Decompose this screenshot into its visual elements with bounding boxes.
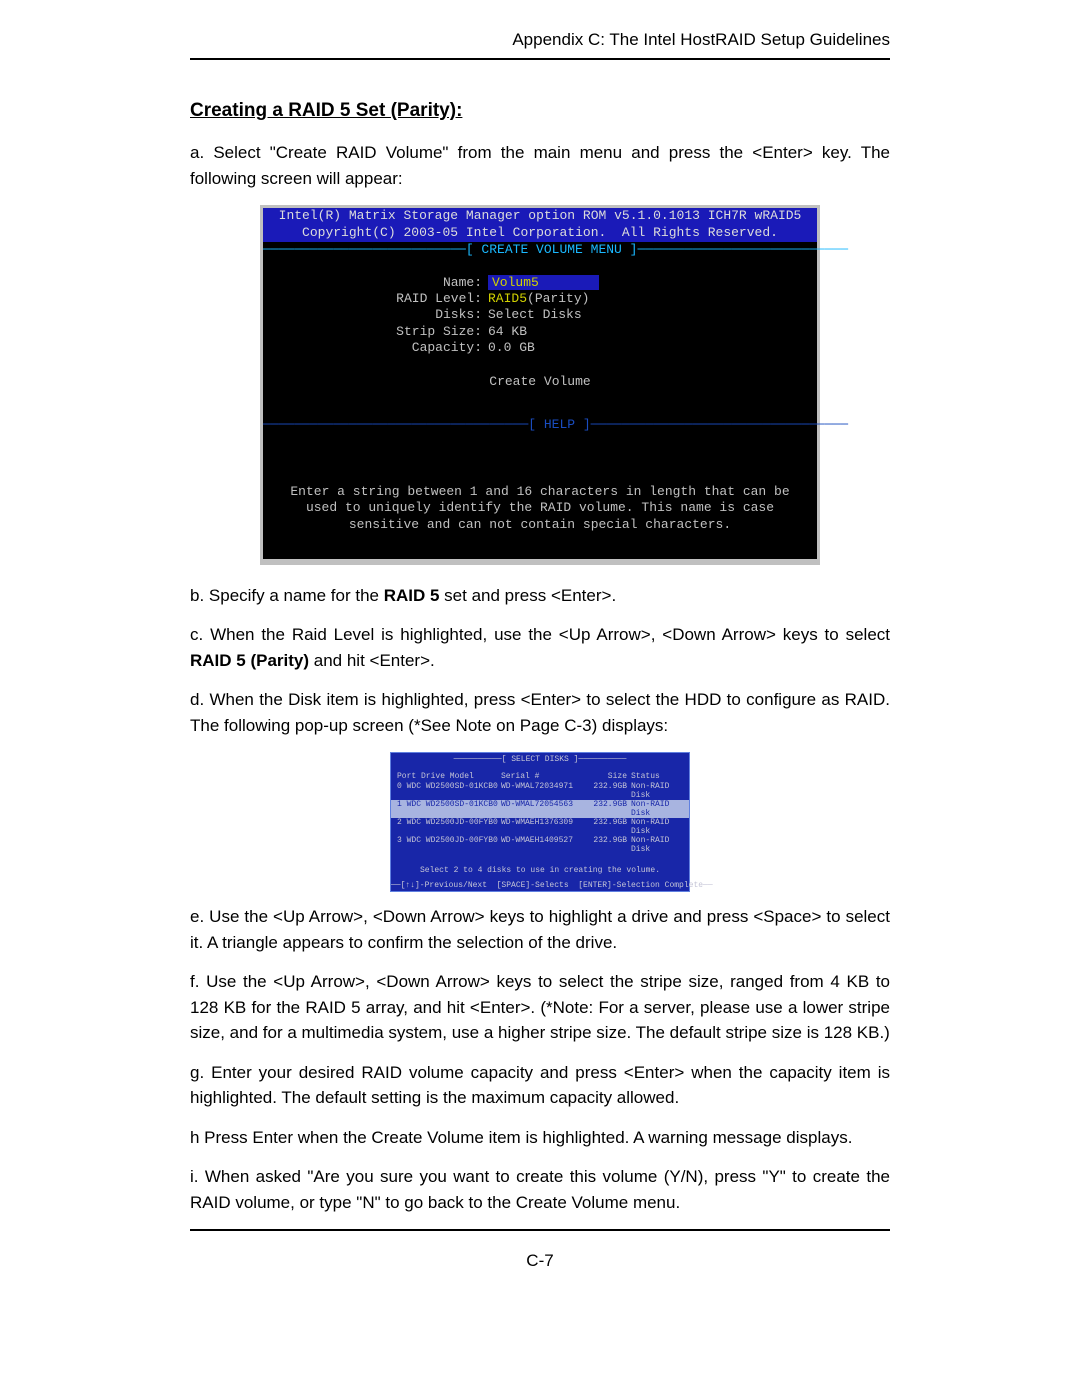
bios-name-label: Name: [263,275,488,291]
select-disks-row[interactable]: 0 WDC WD2500SD-01KCB0WD-WMAL72034971232.… [391,782,689,800]
select-disks-header: Port Drive Model Serial # Size Status [391,764,689,782]
bios-screenshot: Intel(R) Matrix Storage Manager option R… [260,205,820,565]
bios-strip-size-label: Strip Size: [263,324,488,340]
bios-strip-size-value[interactable]: 64 KB [488,324,527,340]
page-header: Appendix C: The Intel HostRAID Setup Gui… [190,30,890,60]
bios-capacity-label: Capacity: [263,340,488,356]
bios-name-value[interactable]: Volum5 [488,275,599,290]
step-f: f. Use the <Up Arrow>, <Down Arrow> keys… [190,969,890,1046]
document-page: Appendix C: The Intel HostRAID Setup Gui… [0,30,1080,1271]
bios-title-line-1: Intel(R) Matrix Storage Manager option R… [263,208,817,225]
bios-help-tag: ──────────────────────────────────[ HELP… [263,417,817,432]
bios-create-volume-menu-tag: ──────────────────────────[ CREATE VOLUM… [263,242,817,275]
step-g: g. Enter your desired RAID volume capaci… [190,1060,890,1111]
step-i: i. When asked "Are you sure you want to … [190,1164,890,1215]
step-d: d. When the Disk item is highlighted, pr… [190,687,890,738]
bios-raid-level-value[interactable]: RAID5(Parity) [488,291,589,307]
step-h: h Press Enter when the Create Volume ite… [190,1125,890,1151]
step-a: a. Select "Create RAID Volume" from the … [190,140,890,191]
bios-disks-value[interactable]: Select Disks [488,307,582,323]
select-disks-popup: ──────────[ SELECT DISKS ]────────── Por… [390,752,690,892]
select-disks-row[interactable]: 1 WDC WD2500SD-01KCB0WD-WMAL72054563232.… [391,800,689,818]
select-disks-hint: Select 2 to 4 disks to use in creating t… [391,854,689,881]
step-e: e. Use the <Up Arrow>, <Down Arrow> keys… [190,904,890,955]
select-disks-row[interactable]: 3 WDC WD2500JD-00FYB0WD-WMAEH1409527232.… [391,836,689,854]
bios-disks-label: Disks: [263,307,488,323]
select-disks-row[interactable]: 2 WDC WD2500JD-00FYB0WD-WMAEH1376309232.… [391,818,689,836]
bios-title-line-2: Copyright(C) 2003-05 Intel Corporation. … [263,225,817,242]
bios-capacity-value[interactable]: 0.0 GB [488,340,535,356]
select-disks-footer: ──[↑↓]-Previous/Next [SPACE]-Selects [EN… [391,881,689,891]
bios-create-volume-action[interactable]: Create Volume [263,356,817,417]
step-c: c. When the Raid Level is highlighted, u… [190,622,890,673]
step-b: b. Specify a name for the RAID 5 set and… [190,583,890,609]
bios-raid-level-label: RAID Level: [263,291,488,307]
select-disks-title: ──────────[ SELECT DISKS ]────────── [391,755,689,764]
section-title: Creating a RAID 5 Set (Parity): [190,100,890,122]
bios-help-text: Enter a string between 1 and 16 characte… [263,432,817,559]
page-number: C-7 [190,1229,890,1271]
